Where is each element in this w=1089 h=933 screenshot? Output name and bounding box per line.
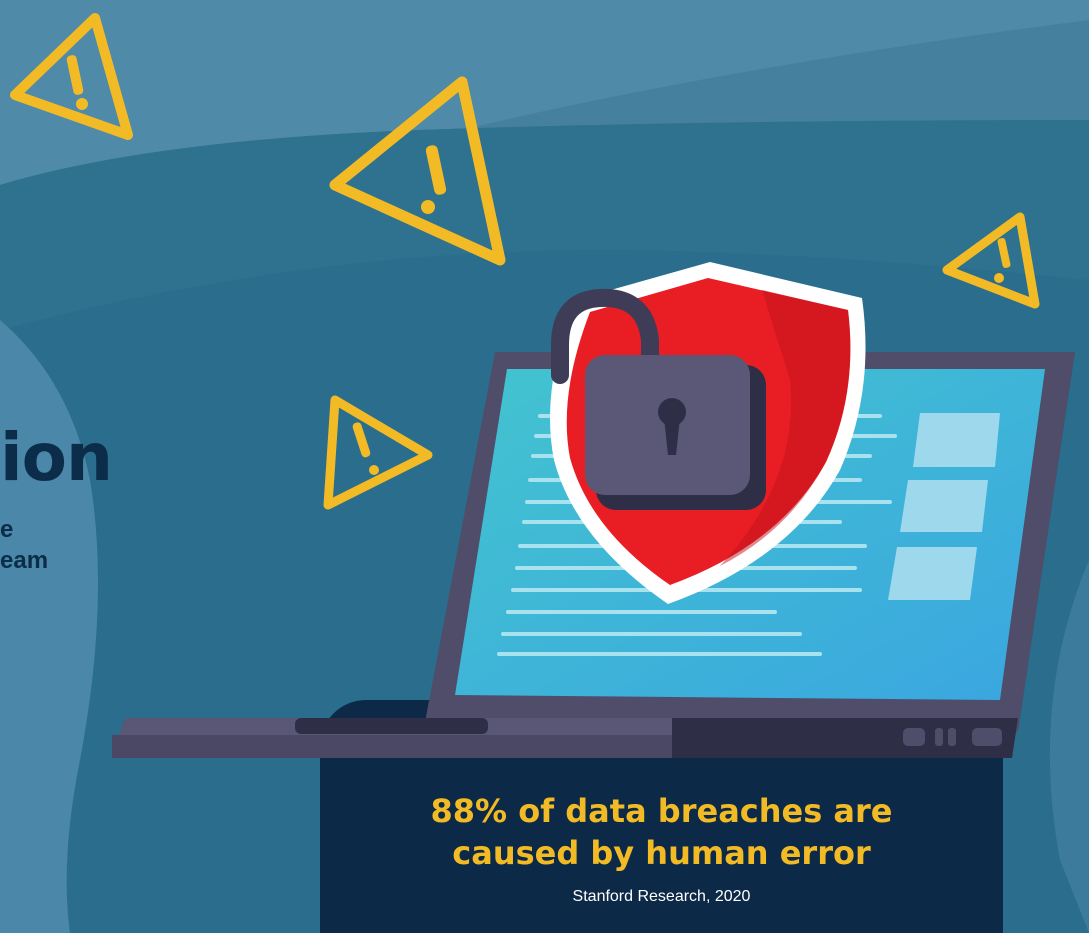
stat-headline: 88% of data breaches are caused by human… [320, 790, 1003, 874]
stat-source: Stanford Research, 2020 [572, 888, 751, 905]
warning-icon-mark [994, 238, 1011, 283]
warning-icon-mark [66, 55, 88, 110]
warning-icon [329, 76, 506, 266]
stat-line-2: caused by human error [452, 834, 871, 872]
warning-icon [323, 395, 433, 510]
warning-icon-mark [421, 145, 447, 214]
warning-icon-mark [352, 422, 379, 475]
stat-line-1: 88% of data breaches are [430, 792, 893, 830]
warning-icon [942, 212, 1040, 309]
